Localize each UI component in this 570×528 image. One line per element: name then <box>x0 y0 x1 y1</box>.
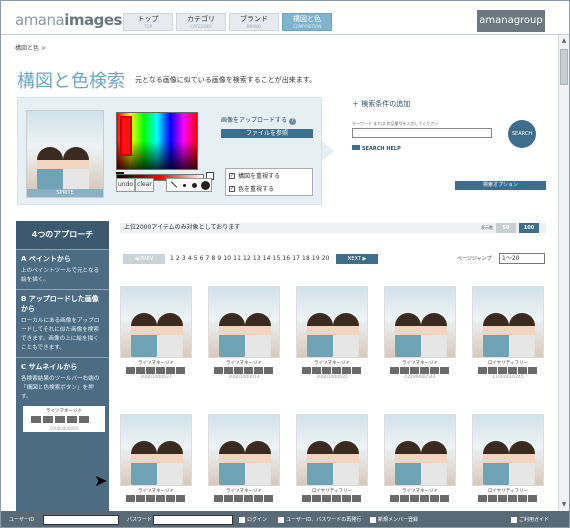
brush-size-picker[interactable] <box>166 178 212 192</box>
result-item[interactable]: ライツマネージド 20001000635 <box>296 286 368 380</box>
global-nav: トップ TOP カテゴリ CATEGORY ブランド BRAND 構図と色 COMPOS… <box>123 13 335 31</box>
site-logo[interactable]: amanaimages <box>15 11 122 29</box>
login-footer: ユーザーID パスワード ログイン ユーザーID、パスワードの再発行 新規メンバ… <box>1 511 569 527</box>
pencil-icon[interactable] <box>170 181 178 188</box>
tab-composition[interactable]: 構図と色 COMPOSITION <box>282 13 332 31</box>
upload-label: 画像をアップロードする? <box>221 115 297 125</box>
preview-image: SPRITE <box>26 110 104 198</box>
thumbnail-toolbar-example: ライツマネージド 00000000000 <box>23 406 105 432</box>
help-icon[interactable]: ? <box>289 118 297 125</box>
panel-arrow <box>322 141 334 161</box>
approach-step-b: B アップロードした画像から ローカルにある画像をアップロードしてそれに似た画像… <box>16 289 109 357</box>
arrow-icon <box>352 145 360 150</box>
resend-link[interactable]: ユーザーID、パスワードの再発行 <box>278 511 361 527</box>
brush-large-icon[interactable] <box>201 181 210 190</box>
display-count: 表示数 50 100 <box>481 223 539 233</box>
composition-checkbox[interactable]: ✓ <box>229 172 235 179</box>
add-condition-link[interactable]: ＋ 検索条件の追加 <box>352 99 410 109</box>
group-logo[interactable]: amanagroup <box>477 10 545 32</box>
scroll-thumb[interactable] <box>560 49 568 85</box>
user-id-label: ユーザーID <box>9 517 35 523</box>
tab-category[interactable]: カテゴリ CATEGORY <box>176 13 226 31</box>
approach-step-a: A ペイントから 上のペイントツールで元となる絵を描く。 <box>16 249 109 289</box>
browser-frame: amanaimages トップ TOP カテゴリ CATEGORY ブランド BRAN… <box>0 0 570 528</box>
scrollbar[interactable]: ▲ ▼ <box>558 35 569 511</box>
site-header: amanaimages トップ TOP カテゴリ CATEGORY ブランド BRAN… <box>1 1 569 35</box>
browse-button[interactable]: ファイルを参照 <box>221 129 313 138</box>
result-item[interactable]: ロイヤリティフリー <box>472 414 544 502</box>
cursor-icon: ➤ <box>94 471 108 490</box>
result-item[interactable]: ライツマネージド <box>208 414 280 502</box>
next-button[interactable]: NEXT ▶ <box>336 254 378 264</box>
keyword-label: キーワード または 作品番号を入力してください <box>352 121 439 126</box>
tab-top[interactable]: トップ TOP <box>123 13 173 31</box>
password-label: パスワード <box>127 517 153 523</box>
result-item[interactable]: ライツマネージド 20001000614 <box>208 286 280 380</box>
display-100[interactable]: 100 <box>519 223 539 233</box>
keyword-input[interactable] <box>352 128 492 138</box>
tab-brand[interactable]: ブランド BRAND <box>229 13 279 31</box>
result-item[interactable]: ライツマネージド <box>384 414 456 502</box>
password-input[interactable] <box>153 515 233 525</box>
user-id-input[interactable] <box>43 515 119 525</box>
result-item[interactable]: ロイヤリティフリー 11000010245 <box>472 286 544 380</box>
search-help-link[interactable]: SEARCH HELP <box>352 145 401 152</box>
undo-button[interactable]: undo <box>116 178 136 192</box>
page-numbers[interactable]: 1 2 3 4 5 6 7 8 9 10 11 12 13 14 15 16 1… <box>170 254 330 264</box>
brush-small-icon[interactable] <box>183 184 186 187</box>
breadcrumb[interactable]: 構図と色 > <box>15 43 46 52</box>
scroll-down-icon[interactable]: ▼ <box>560 501 568 509</box>
scroll-up-icon[interactable]: ▲ <box>560 37 568 45</box>
color-checkbox[interactable]: ✓ <box>229 185 235 192</box>
approach-title: 4つのアプローチ <box>16 221 109 249</box>
preview-caption: SPRITE <box>27 189 103 197</box>
search-options-button[interactable]: 検索オプション <box>455 181 546 190</box>
pagination: ◀ PREV 1 2 3 4 5 6 7 8 9 10 11 12 13 14 … <box>120 253 546 264</box>
prev-button[interactable]: ◀ PREV <box>123 254 165 264</box>
result-item[interactable]: ライツマネージド 02299000541 <box>384 286 456 380</box>
paint-panel: SPRITE undo clear 画像をアップロードする? ファイルを参照 ✓… <box>17 97 322 205</box>
emphasis-options: ✓ 構図を重視する ✓ 色を重視する <box>225 168 313 196</box>
selected-color <box>120 116 132 156</box>
page-jump-label: ページジャンプ <box>457 256 492 262</box>
brush-medium-icon[interactable] <box>192 183 197 188</box>
result-item[interactable]: ライツマネージド <box>120 414 192 502</box>
result-item[interactable]: ライツマネージド 20001000637 <box>120 286 192 380</box>
page-jump-select[interactable]: 1〜20 <box>499 253 545 264</box>
approach-step-c: C サムネイルから 各検索結果のツールバー右端の「構図と色検索ボタン」を押す。 … <box>16 357 109 436</box>
approach-panel: 4つのアプローチ A ペイントから 上のペイントツールで元となる絵を描く。 B … <box>16 221 109 511</box>
search-button[interactable]: SEARCH <box>508 120 536 148</box>
guide-link[interactable]: ご利用ガイド <box>511 511 549 527</box>
result-item[interactable]: ロイヤリティフリー <box>296 414 368 502</box>
clear-button[interactable]: clear <box>135 178 154 192</box>
page-subtitle: 元となる画像に似ている画像を検索することが出来ます。 <box>135 76 317 84</box>
display-50[interactable]: 50 <box>496 223 516 233</box>
register-link[interactable]: 新規メンバー登録 <box>370 511 418 527</box>
page-title: 構図と色検索 <box>17 71 125 92</box>
login-button[interactable]: ログイン <box>239 511 267 527</box>
